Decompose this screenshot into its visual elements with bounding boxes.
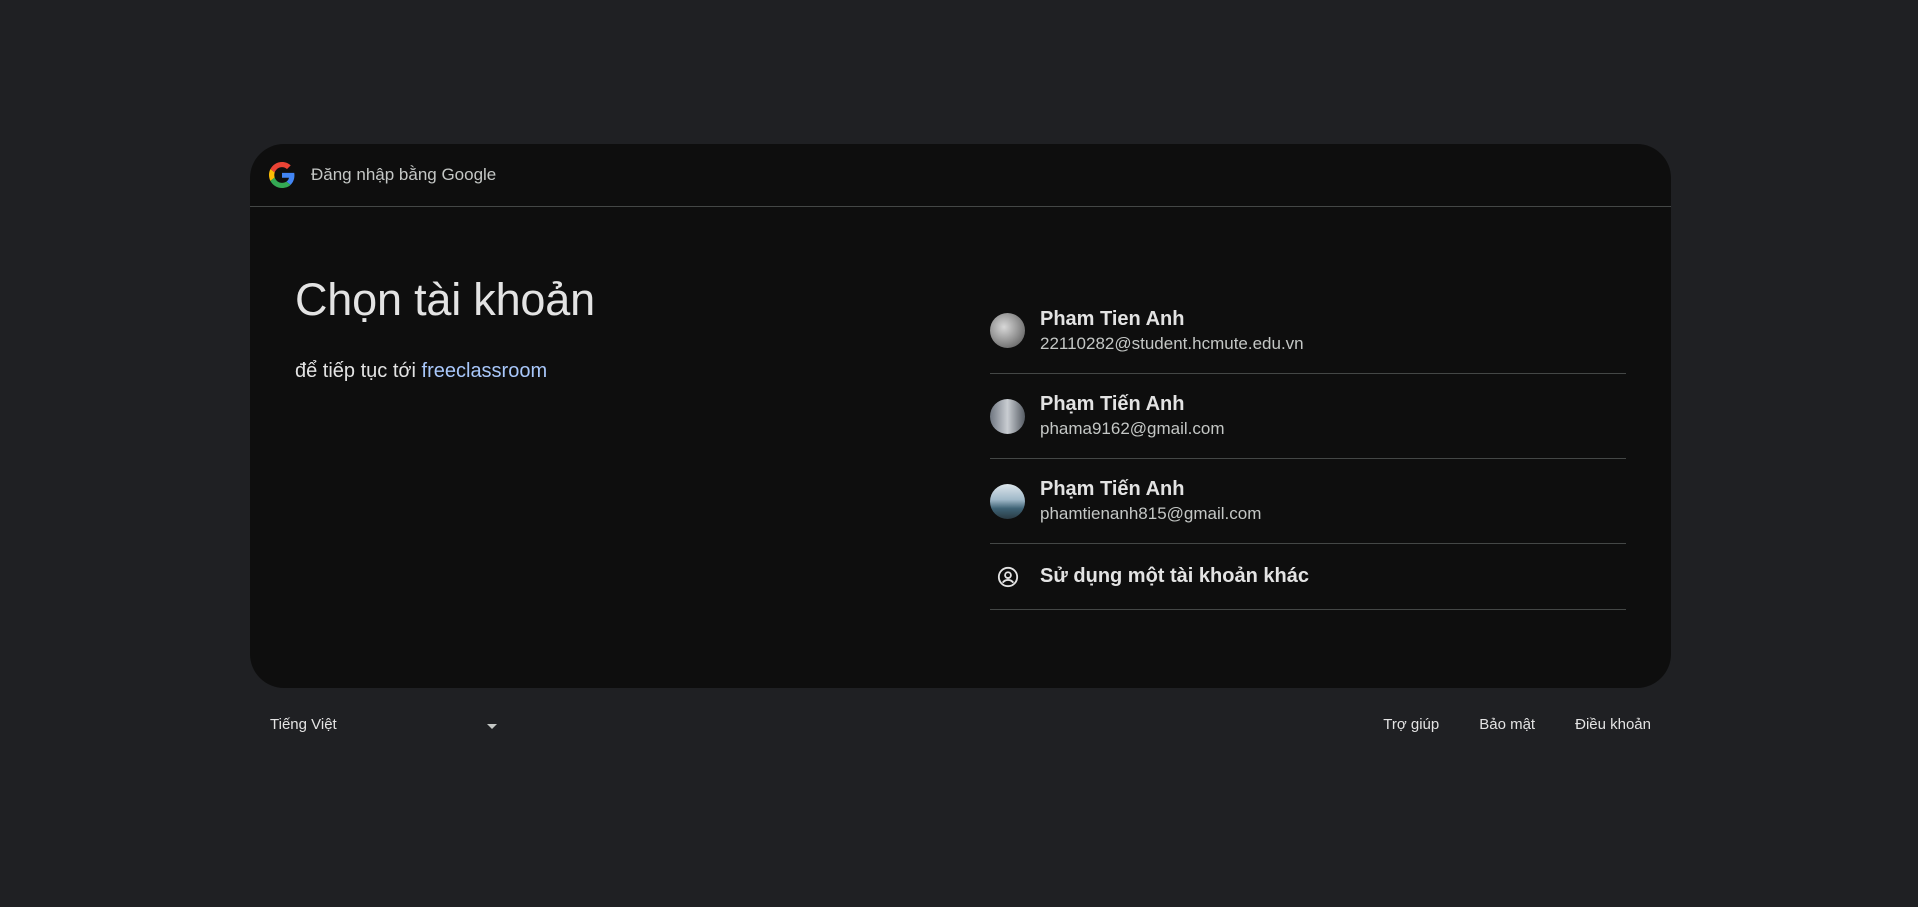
avatar	[990, 483, 1025, 519]
account-name: Pham Tien Anh	[1040, 307, 1185, 330]
app-name-link[interactable]: freeclassroom	[422, 360, 548, 382]
caret-down-icon	[487, 724, 497, 729]
language-label: Tiếng Việt	[270, 716, 337, 733]
account-name: Phạm Tiến Anh	[1040, 478, 1185, 500]
avatar	[990, 398, 1025, 434]
use-another-account-button[interactable]: Sử dụng một tài khoản khác	[990, 544, 1626, 610]
google-logo-icon	[269, 162, 295, 188]
account-name: Phạm Tiến Anh	[1040, 393, 1185, 415]
header-title: Đăng nhập bằng Google	[311, 165, 497, 184]
account-item[interactable]: Pham Tien Anh 22110282@student.hcmute.ed…	[990, 288, 1626, 374]
help-link[interactable]: Trợ giúp	[1383, 716, 1439, 733]
avatar	[990, 313, 1025, 348]
page-title: Chọn tài khoản	[295, 274, 595, 325]
subtitle: để tiếp tục tới freeclassroom	[295, 360, 595, 383]
account-email: 22110282@student.hcmute.edu.vn	[1040, 333, 1304, 353]
account-email: phama9162@gmail.com	[1040, 419, 1225, 438]
account-item[interactable]: Phạm Tiến Anh phamtienanh815@gmail.com	[990, 459, 1626, 544]
use-another-account-label: Sử dụng một tài khoản khác	[1040, 565, 1309, 587]
account-list: Pham Tien Anh 22110282@student.hcmute.ed…	[990, 288, 1626, 610]
intro-section: Chọn tài khoản để tiếp tục tới freeclass…	[295, 277, 595, 383]
account-circle-icon	[990, 559, 1025, 594]
language-selector[interactable]: Tiếng Việt	[270, 716, 497, 733]
account-email: phamtienanh815@gmail.com	[1040, 504, 1262, 523]
footer: Tiếng Việt Trợ giúp Bảo mật Điều khoản	[250, 716, 1671, 740]
account-item[interactable]: Phạm Tiến Anh phama9162@gmail.com	[990, 374, 1626, 459]
footer-links: Trợ giúp Bảo mật Điều khoản	[1383, 716, 1651, 733]
privacy-link[interactable]: Bảo mật	[1479, 716, 1535, 733]
card-header: Đăng nhập bằng Google	[250, 144, 1671, 207]
terms-link[interactable]: Điều khoản	[1575, 716, 1651, 733]
sign-in-card: Đăng nhập bằng Google Chọn tài khoản để …	[250, 144, 1671, 688]
subtitle-prefix: để tiếp tục tới	[295, 360, 416, 382]
